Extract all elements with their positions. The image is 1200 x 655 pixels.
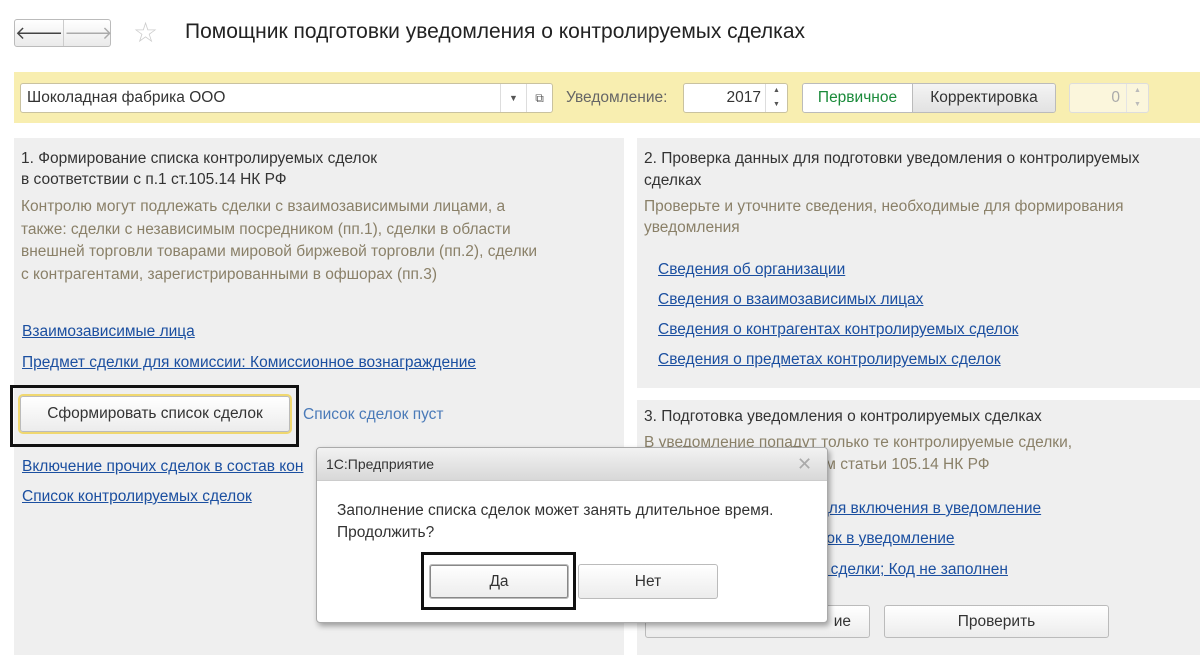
commission-subject-link[interactable]: Предмет сделки для комиссии: Комиссионно… [22,354,476,372]
notice-type-switch: Первичное Корректировка [802,83,1056,113]
yes-button[interactable]: Да [429,564,569,599]
dialog-message: Заполнение списка сделок может занять дл… [337,502,774,541]
counterparties-info-link[interactable]: Сведения о контрагентах контролируемых с… [658,321,1018,339]
section-2-title: 2. Проверка данных для подготовки уведом… [644,150,1140,189]
back-button[interactable]: 🡐 [15,20,63,46]
no-button[interactable]: Нет [578,564,718,599]
section-3-title: 3. Подготовка уведомления о контролируем… [644,408,1042,425]
year-field[interactable]: 2017 ▲ ▼ [683,83,788,113]
organization-value: Шоколадная фабрика ООО [27,89,226,106]
select-deals-link[interactable]: ки для включения в уведомление [800,500,1041,518]
check-button[interactable]: Проверить [884,605,1109,638]
correction-number-field: 0 ▲ ▼ [1069,83,1149,113]
organization-info-link[interactable]: Сведения об организации [658,261,845,279]
open-icon[interactable]: ⧉ [526,84,552,112]
dialog-title: 1С:Предприятие [326,456,435,472]
correction-number-value: 0 [1111,89,1120,106]
close-icon[interactable]: ✕ [797,454,827,475]
section-3-description-2: виям статьи 105.14 НК РФ [800,456,990,473]
page-title: Помощник подготовки уведомления о контро… [185,20,806,43]
favorite-star-icon[interactable]: ☆ [133,16,158,49]
notice-label: Уведомление: [566,89,668,106]
primary-option[interactable]: Первичное [803,84,912,112]
section-1-description: Контролю могут подлежать сделки с взаимо… [21,198,538,283]
dropdown-arrow-icon[interactable]: ▼ [500,84,526,112]
form-deals-button[interactable]: Сформировать список сделок [20,396,290,432]
controlled-deals-list-link[interactable]: Список контролируемых сделок [22,488,252,506]
forward-button[interactable]: 🡒 [63,20,113,46]
interdependent-persons-link[interactable]: Взаимозависимые лица [22,323,195,341]
include-other-deals-link[interactable]: Включение прочих сделок в состав кон [22,458,303,476]
navigation-buttons: 🡐 🡒 [14,19,113,47]
section-2-description: Проверьте и уточните сведения, необходим… [644,198,1124,236]
dialog-titlebar: 1С:Предприятие ✕ [317,448,827,481]
correction-spinner: ▲ ▼ [1126,84,1148,112]
section-1-title: 1. Формирование списка контролируемых сд… [21,150,378,188]
deals-status: Список сделок пуст [303,406,444,423]
interdependent-info-link[interactable]: Сведения о взаимозависимых лицах [658,291,923,309]
organization-field[interactable]: Шоколадная фабрика ООО ▼ ⧉ [20,83,553,113]
subjects-info-link[interactable]: Сведения о предметах контролируемых сдел… [658,351,1001,369]
deal-code-link[interactable]: дой сделки; Код не заполнен [800,561,1008,579]
year-spinner[interactable]: ▲ ▼ [765,84,787,112]
year-value: 2017 [726,89,761,106]
correction-option[interactable]: Корректировка [912,84,1055,112]
